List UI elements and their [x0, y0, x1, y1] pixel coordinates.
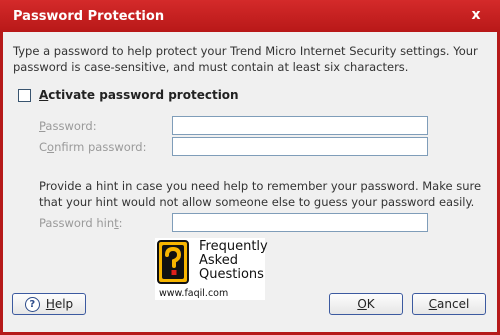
password-hint-field[interactable] — [172, 213, 428, 232]
faq-watermark: Frequently Asked Questions www.faqil.com — [155, 238, 268, 300]
help-button[interactable]: ? Help — [12, 293, 86, 315]
close-icon[interactable]: x — [468, 7, 484, 23]
cancel-button-label: Cancel — [428, 297, 470, 311]
ok-button[interactable]: OK — [329, 293, 403, 315]
help-icon: ? — [24, 296, 40, 312]
confirm-password-label: Confirm password: — [39, 140, 147, 154]
dialog-title: Password Protection — [13, 8, 165, 24]
password-field[interactable] — [172, 116, 428, 135]
cancel-button[interactable]: Cancel — [412, 293, 486, 315]
faq-text: Frequently Asked Questions — [199, 239, 268, 282]
activate-protection-checkbox[interactable] — [18, 88, 31, 102]
help-button-label: Help — [45, 297, 74, 311]
intro-text: Type a password to help protect your Tre… — [13, 44, 478, 74]
title-bar: Password Protection x — [0, 0, 500, 32]
activate-protection-row[interactable]: Activate password protection — [18, 88, 239, 102]
dialog-body: Type a password to help protect your Tre… — [3, 32, 497, 332]
password-label: Password: — [39, 119, 97, 133]
password-protection-dialog: Password Protection x Type a password to… — [0, 0, 500, 335]
faq-url: www.faqil.com — [159, 288, 229, 299]
ok-button-label: OK — [357, 297, 375, 311]
activate-protection-label[interactable]: Activate password protection — [39, 88, 239, 102]
hint-instructions: Provide a hint in case you need help to … — [39, 179, 482, 209]
password-hint-label: Password hint: — [39, 216, 123, 230]
question-mark-icon — [157, 240, 189, 284]
confirm-password-field[interactable] — [172, 137, 428, 156]
